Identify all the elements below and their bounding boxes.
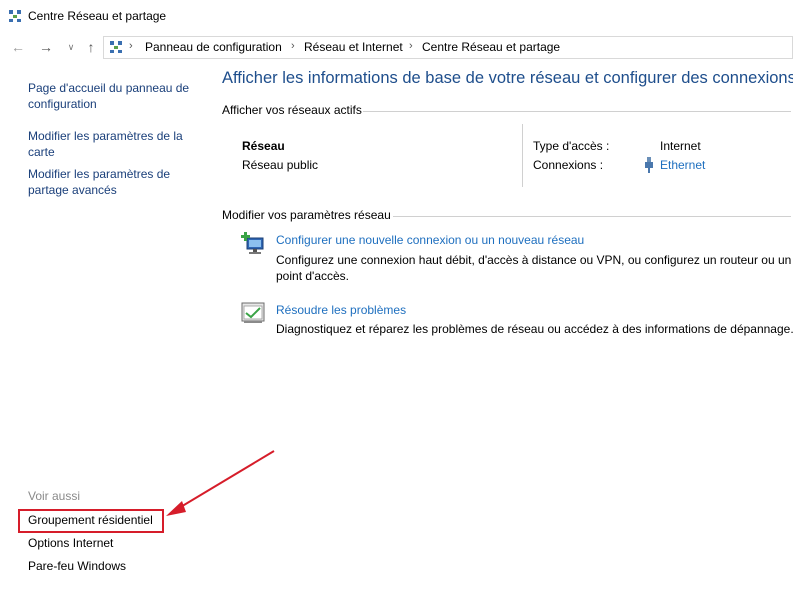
network-center-icon [9,10,21,22]
troubleshoot-icon [241,302,265,323]
sidebar-link-control-panel-home[interactable]: Page d'accueil du panneau de configurati… [28,81,203,112]
window-title: Centre Réseau et partage [28,9,167,23]
address-bar[interactable]: › Panneau de configuration › Réseau et I… [103,36,793,59]
breadcrumb-separator-icon: › [129,40,133,52]
troubleshoot-description: Diagnostiquez et réparez les problèmes d… [276,322,793,336]
sidebar-link-windows-firewall[interactable]: Pare-feu Windows [28,559,203,575]
sidebar-link-adapter-settings[interactable]: Modifier les paramètres de la carte [28,129,203,160]
arrow-up-icon[interactable]: ↑ [83,39,99,55]
breadcrumb-network-internet[interactable]: Réseau et Internet [304,40,403,54]
breadcrumb-control-panel[interactable]: Panneau de configuration [145,40,282,54]
chevron-down-icon[interactable]: ∨ [63,39,79,55]
new-connection-icon [241,232,264,254]
sidebar-link-advanced-sharing[interactable]: Modifier les paramètres de partage avanc… [28,167,203,198]
ethernet-icon [645,157,653,173]
arrow-right-icon[interactable]: → [38,39,54,55]
network-type: Réseau public [242,158,319,172]
divider [363,111,791,112]
connections-label: Connexions : [533,158,604,172]
title-bar: Centre Réseau et partage [0,0,793,32]
setup-new-connection-link[interactable]: Configurer une nouvelle connexion ou un … [276,233,584,247]
setup-new-connection-description: Configurez une connexion haut débit, d'a… [276,253,792,267]
control-panel-icon [110,41,122,53]
access-type-label: Type d'accès : [533,139,610,153]
setup-new-connection-description: point d'accès. [276,269,350,283]
breadcrumb-separator-icon: › [409,40,413,52]
troubleshoot-link[interactable]: Résoudre les problèmes [276,303,406,317]
sidebar-link-internet-options[interactable]: Options Internet [28,536,203,552]
access-type-value: Internet [660,139,701,153]
active-networks-label: Afficher vos réseaux actifs [222,103,362,117]
annotation-arrow-icon [166,450,275,516]
arrow-left-icon[interactable]: ← [10,39,26,55]
page-title: Afficher les informations de base de vot… [222,69,793,87]
breadcrumb-network-center[interactable]: Centre Réseau et partage [422,40,560,54]
breadcrumb-separator-icon: › [291,40,295,52]
ethernet-link[interactable]: Ethernet [660,158,705,172]
network-name: Réseau [242,139,285,153]
divider [393,216,791,217]
divider [522,124,523,187]
modify-settings-label: Modifier vos paramètres réseau [222,208,391,222]
